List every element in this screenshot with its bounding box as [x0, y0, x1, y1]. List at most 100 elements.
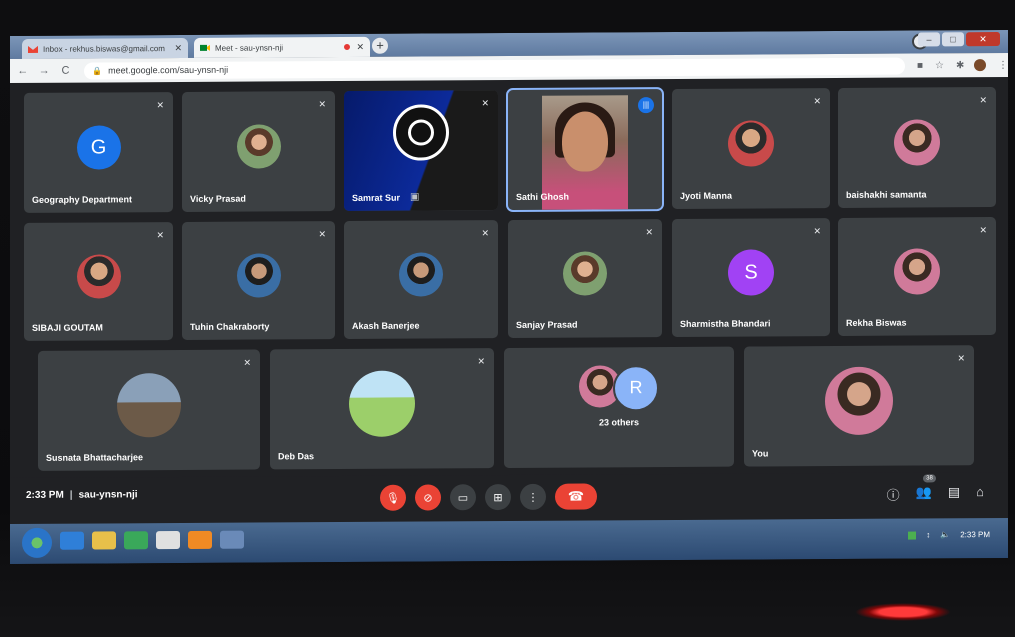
avatar: G — [76, 125, 121, 170]
window-controls: – □ ✕ — [918, 32, 1000, 47]
tab-label: Inbox - rekhus.biswas@gmail.com — [43, 43, 165, 54]
avatar[interactable] — [974, 59, 986, 72]
participant-tile[interactable]: ✕ SIBAJI GOUTAM — [24, 222, 173, 341]
avatar — [117, 373, 181, 438]
participant-tile[interactable]: ✕ Deb Das — [270, 348, 494, 470]
participant-tile[interactable]: ✕ baishakhi samanta — [838, 87, 996, 208]
participant-tile[interactable]: ✕ Vicky Prasad — [182, 91, 335, 212]
participant-tile[interactable]: G ✕ Geography Department — [24, 92, 173, 213]
present-button[interactable]: ⊞ — [485, 483, 511, 511]
tab-inbox[interactable]: Inbox - rekhus.biswas@gmail.com ✕ — [22, 37, 188, 59]
close-icon[interactable]: ✕ — [174, 42, 182, 53]
avatar — [349, 370, 415, 438]
system-tray: ↕ 🔈 2:33 PM — [908, 530, 990, 539]
close-icon[interactable]: ✕ — [356, 41, 364, 52]
avatar — [399, 252, 443, 297]
captions-button[interactable]: ▭ — [450, 484, 476, 511]
camera-icon[interactable]: ■ — [917, 60, 923, 71]
participant-name: Sharmistha Bhandari — [680, 318, 771, 329]
participant-name: SIBAJI GOUTAM — [32, 322, 103, 333]
leave-call-button[interactable]: ☎ — [555, 483, 597, 510]
avatar — [825, 366, 893, 436]
explorer-icon[interactable] — [92, 531, 116, 550]
extensions-icon[interactable]: ✱ — [956, 60, 964, 71]
mic-off-icon: ✕ — [979, 95, 987, 106]
firefox-icon[interactable] — [188, 530, 212, 549]
mic-off-icon: ✕ — [156, 230, 164, 241]
window-icon[interactable] — [220, 530, 244, 549]
maximize-button[interactable]: □ — [942, 32, 964, 47]
avatar: S — [728, 249, 774, 296]
participant-name: Sanjay Prasad — [516, 319, 578, 330]
mic-off-icon: ✕ — [813, 226, 821, 237]
minimize-button[interactable]: – — [918, 32, 940, 47]
mic-toggle-button[interactable]: 🎙 — [380, 484, 406, 511]
mic-off-icon: ✕ — [318, 99, 326, 110]
participant-tile[interactable]: ✕ Rekha Biswas — [838, 217, 996, 336]
info-icon[interactable]: ⓘ — [887, 485, 900, 504]
volume-icon[interactable]: 🔈 — [940, 530, 950, 539]
more-options-button[interactable]: ⋮ — [520, 483, 546, 510]
participant-tile[interactable]: ✕ Samrat Sur ▣ — [344, 90, 498, 212]
window-close-button[interactable]: ✕ — [966, 32, 1000, 47]
lock-icon: 🔒 — [92, 65, 103, 76]
people-count-badge: 38 — [923, 474, 936, 483]
tray-app-icon[interactable] — [908, 531, 917, 540]
mic-off-icon: ✕ — [481, 228, 489, 239]
mic-off-icon: ✕ — [957, 353, 965, 364]
others-avatars: R — [579, 364, 659, 412]
participant-name: Samrat Sur — [352, 192, 401, 203]
avatar — [894, 248, 940, 295]
participant-tile-active[interactable]: ||| Sathi Ghosh — [506, 87, 664, 213]
new-tab-button[interactable]: + — [372, 37, 388, 54]
participant-name: Susnata Bhattacharjee — [46, 452, 144, 463]
meeting-info: 2:33 PM | sau-ynsn-nji — [26, 489, 138, 501]
people-icon[interactable]: 👥 38 — [916, 474, 936, 503]
windows-taskbar: ↕ 🔈 2:33 PM — [10, 517, 1008, 565]
participant-name: You — [752, 448, 769, 459]
activities-icon[interactable]: ⌂ — [976, 484, 984, 503]
participant-name: baishakhi samanta — [846, 189, 927, 200]
participant-name: Tuhin Chakraborty — [190, 321, 270, 332]
self-tile[interactable]: ✕ You — [744, 345, 974, 467]
speaking-indicator-icon: ||| — [638, 97, 654, 114]
participant-tile[interactable]: ✕ Jyoti Manna — [672, 88, 830, 210]
mic-off-icon: ✕ — [318, 229, 326, 240]
chrome-icon[interactable] — [156, 531, 180, 550]
reload-icon[interactable]: C — [57, 65, 74, 77]
camera-toggle-button[interactable]: ⊘ — [415, 484, 441, 511]
meeting-controls-bar: 2:33 PM | sau-ynsn-nji 🎙 ⊘ ▭ ⊞ ⋮ ☎ ⓘ 👥 38 ▤… — [10, 471, 1008, 525]
participant-grid: G ✕ Geography Department ✕ Vicky Prasad … — [10, 77, 1008, 478]
mic-off-icon: ✕ — [813, 96, 821, 107]
participant-tile[interactable]: ✕ Susnata Bhattacharjee — [38, 349, 260, 471]
clock: 2:33 PM — [960, 530, 990, 540]
avatar — [728, 120, 774, 167]
chat-icon[interactable]: ▤ — [948, 484, 960, 503]
avatar — [76, 254, 121, 299]
others-tile[interactable]: R 23 others — [504, 346, 734, 469]
menu-icon[interactable]: ⋮ — [998, 59, 1008, 70]
recording-icon — [344, 43, 351, 51]
participant-tile[interactable]: ✕ Sanjay Prasad — [508, 219, 662, 339]
back-icon[interactable]: ← — [14, 65, 31, 77]
network-icon[interactable]: ↕ — [926, 530, 930, 539]
screen: Inbox - rekhus.biswas@gmail.com ✕ Meet -… — [10, 29, 1008, 565]
mic-off-icon: ✕ — [481, 98, 489, 109]
monitor-led — [855, 603, 951, 621]
app-icon[interactable] — [124, 531, 148, 550]
star-icon[interactable]: ☆ — [935, 60, 944, 71]
participant-tile[interactable]: ✕ Akash Banerjee — [344, 220, 498, 340]
avatar: R — [613, 364, 659, 412]
participant-name: Rekha Biswas — [846, 317, 907, 328]
mic-off-icon: ✕ — [243, 357, 251, 368]
participant-tile[interactable]: S ✕ Sharmistha Bhandari — [672, 218, 830, 338]
url-field[interactable]: 🔒 meet.google.com/sau-ynsn-nji — [84, 57, 905, 80]
tab-meet[interactable]: Meet - sau-ynsn-nji ✕ — [194, 36, 370, 58]
call-controls: 🎙 ⊘ ▭ ⊞ ⋮ ☎ — [380, 483, 597, 511]
start-button[interactable] — [22, 527, 52, 558]
camera-off-icon: ▣ — [410, 191, 420, 203]
forward-icon[interactable]: → — [35, 65, 52, 77]
participant-tile[interactable]: ✕ Tuhin Chakraborty — [182, 221, 335, 340]
ie-icon[interactable] — [60, 531, 84, 550]
tab-label: Meet - sau-ynsn-nji — [215, 42, 284, 53]
